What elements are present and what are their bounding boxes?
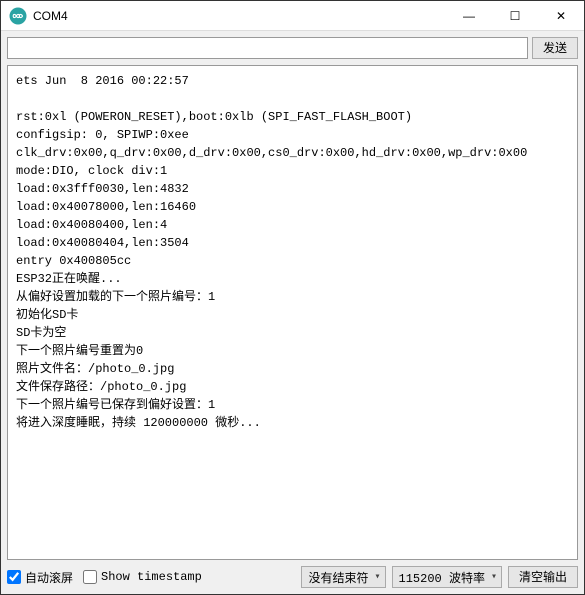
maximize-button[interactable]: ☐ xyxy=(492,1,538,30)
serial-output[interactable]: ets Jun 8 2016 00:22:57 rst:0xl (POWERON… xyxy=(7,65,578,560)
chevron-down-icon: ▾ xyxy=(375,571,381,583)
window-title: COM4 xyxy=(33,9,446,23)
arduino-infinity-icon xyxy=(9,7,27,25)
clear-output-button[interactable]: 清空输出 xyxy=(508,566,578,588)
send-toolbar: 发送 xyxy=(1,31,584,63)
line-ending-dropdown[interactable]: 没有结束符 ▾ xyxy=(301,566,385,588)
statusbar-left: 自动滚屏 Show timestamp xyxy=(7,569,295,586)
chevron-down-icon: ▾ xyxy=(491,571,497,583)
autoscroll-label: 自动滚屏 xyxy=(25,569,73,586)
baud-rate-dropdown[interactable]: 115200 波特率 ▾ xyxy=(392,566,502,588)
autoscroll-checkbox[interactable]: 自动滚屏 xyxy=(7,569,73,586)
baud-rate-selected: 115200 波特率 xyxy=(399,569,485,586)
autoscroll-input[interactable] xyxy=(7,570,21,584)
minimize-button[interactable]: — xyxy=(446,1,492,30)
close-button[interactable]: ✕ xyxy=(538,1,584,30)
titlebar: COM4 — ☐ ✕ xyxy=(1,1,584,31)
timestamp-label: Show timestamp xyxy=(101,570,202,584)
serial-input[interactable] xyxy=(7,37,528,59)
timestamp-input[interactable] xyxy=(83,570,97,584)
line-ending-selected: 没有结束符 xyxy=(308,569,368,586)
statusbar: 自动滚屏 Show timestamp 没有结束符 ▾ 115200 波特率 ▾… xyxy=(1,564,584,594)
serial-monitor-window: COM4 — ☐ ✕ 发送 ets Jun 8 2016 00:22:57 rs… xyxy=(0,0,585,595)
send-button[interactable]: 发送 xyxy=(532,37,578,59)
timestamp-checkbox[interactable]: Show timestamp xyxy=(83,570,202,584)
window-controls: — ☐ ✕ xyxy=(446,1,584,30)
